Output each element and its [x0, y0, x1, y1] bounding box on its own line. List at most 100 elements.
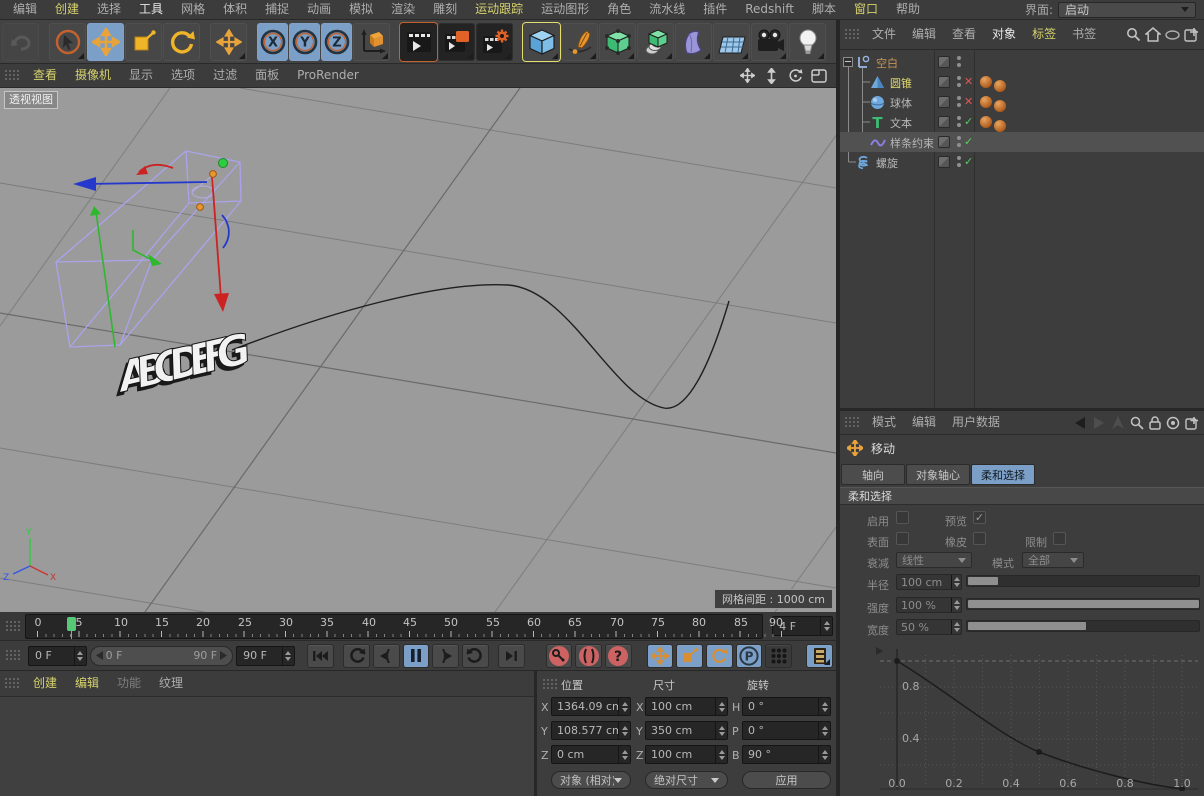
panel-grip-icon[interactable] [844, 28, 860, 41]
editor-visibility-dot[interactable] [957, 116, 961, 120]
keyframe-selection-button[interactable]: ? [605, 644, 632, 668]
render-visibility-dot[interactable] [957, 83, 961, 87]
enabled-toggle[interactable]: ✓ [964, 135, 973, 148]
undo-button[interactable] [2, 23, 39, 61]
panel-grip-icon[interactable] [4, 69, 20, 82]
record-scale-toggle[interactable] [676, 644, 703, 668]
scale-tool-button[interactable] [125, 23, 162, 61]
width-slider[interactable] [966, 620, 1200, 632]
am-menu-edit[interactable]: 编辑 [904, 413, 944, 432]
falloff-curve[interactable] [897, 661, 1182, 789]
axis-gizmo[interactable] [73, 159, 229, 348]
arrow-icon[interactable] [1111, 416, 1125, 429]
spinner[interactable] [951, 575, 961, 589]
spinner[interactable] [818, 746, 830, 763]
size-z-field[interactable]: 100 cm [645, 745, 728, 764]
tag-icon[interactable] [980, 76, 992, 88]
spinner[interactable] [715, 746, 727, 763]
enabled-toggle[interactable]: ✓ [964, 115, 973, 128]
menubar-item-motion-tracker[interactable]: 运动跟踪 [466, 0, 532, 19]
search-icon[interactable] [1126, 27, 1141, 42]
radius-field[interactable]: 100 cm [896, 574, 962, 590]
start-frame-field[interactable]: 0 F [28, 646, 87, 666]
coords-mode-dropdown[interactable]: 对象 (相对) [551, 771, 631, 789]
am-menu-mode[interactable]: 模式 [864, 413, 904, 432]
origin-handle[interactable] [210, 171, 217, 178]
range-left-arrow-icon[interactable] [96, 651, 103, 660]
next-key-button[interactable] [462, 644, 489, 668]
vp-menu-filter[interactable]: 过滤 [204, 66, 246, 85]
object-row-text[interactable]: T 文本 ✓ [840, 112, 1204, 132]
spinner[interactable] [715, 698, 727, 715]
spinner[interactable] [618, 746, 630, 763]
menubar-item-plugins[interactable]: 插件 [694, 0, 736, 19]
object-row-helix[interactable]: 螺旋 ✓ [840, 152, 1204, 172]
menubar-item-mograph[interactable]: 运动图形 [532, 0, 598, 19]
menubar-item-simulate[interactable]: 模拟 [340, 0, 382, 19]
strength-field[interactable]: 100 % [896, 597, 962, 613]
menubar-item-pipeline[interactable]: 流水线 [640, 0, 694, 19]
orbit-view-icon[interactable] [784, 67, 806, 85]
scale-handle[interactable] [219, 159, 228, 168]
lock-y-axis-button[interactable]: Y [289, 23, 320, 61]
radius-slider[interactable] [966, 575, 1200, 587]
curve-point[interactable] [894, 658, 900, 664]
om-menu-tags[interactable]: 标签 [1024, 25, 1064, 44]
size-x-field[interactable]: 100 cm [645, 697, 728, 716]
menubar-item-script[interactable]: 脚本 [803, 0, 845, 19]
subdivision-surface-button[interactable] [599, 23, 636, 61]
move-tool-button[interactable] [87, 23, 124, 61]
coordinate-system-button[interactable] [353, 23, 390, 61]
menubar-item-sculpt[interactable]: 雕刻 [424, 0, 466, 19]
spinner[interactable] [618, 698, 630, 715]
panel-grip-icon[interactable] [4, 677, 20, 690]
size-y-field[interactable]: 350 cm [645, 721, 728, 740]
search-icon[interactable] [1130, 416, 1144, 430]
history-forward-icon[interactable] [1092, 417, 1106, 429]
pan-view-icon[interactable] [736, 67, 758, 85]
menubar-item-edit[interactable]: 编辑 [4, 0, 46, 19]
object-row-spline-constraint[interactable]: 样条约束 ✓ [840, 132, 1204, 152]
vp-menu-panel[interactable]: 面板 [246, 66, 288, 85]
rot-p-field[interactable]: 0 ° [742, 721, 831, 740]
perspective-viewport[interactable]: ABCDEFG ABCDEFG Y X Z 透视视图 网格间距 : 1000 c… [0, 88, 836, 612]
previous-key-button[interactable] [343, 644, 370, 668]
point-level-animation-toggle[interactable] [765, 644, 792, 668]
panel-grip-icon[interactable] [844, 416, 860, 429]
enabled-toggle[interactable]: ✓ [964, 155, 973, 168]
size-mode-dropdown[interactable]: 绝对尺寸 [645, 771, 728, 789]
last-used-tool-button[interactable] [210, 23, 247, 61]
render-visibility-dot[interactable] [957, 123, 961, 127]
mode-dropdown[interactable]: 全部 [1022, 552, 1084, 568]
record-keyframe-button[interactable] [546, 644, 573, 668]
autokeying-button[interactable] [575, 644, 602, 668]
range-right-arrow-icon[interactable] [220, 651, 227, 660]
section-header-soft-selection[interactable]: 柔和选择 [840, 487, 1204, 505]
mm-menu-create[interactable]: 创建 [24, 674, 66, 693]
layer-chip[interactable] [938, 136, 950, 148]
graph-marker-icon[interactable] [876, 647, 883, 655]
render-settings-button[interactable] [476, 23, 513, 61]
add-cube-button[interactable] [523, 23, 560, 61]
spinner[interactable] [820, 617, 832, 635]
object-row-cone[interactable]: 圆锥 ✕ [840, 72, 1204, 92]
tab-axis[interactable]: 轴向 [841, 464, 905, 485]
layer-chip[interactable] [938, 76, 950, 88]
layer-chip[interactable] [938, 116, 950, 128]
timeline-ruler[interactable]: 0 5 10 15 20 25 30 35 40 45 50 55 60 65 … [25, 614, 763, 639]
tab-soft-selection[interactable]: 柔和选择 [971, 464, 1035, 485]
vp-menu-prorender[interactable]: ProRender [288, 66, 368, 85]
falloff-curve-graph[interactable]: 0.8 0.4 0.0 0.2 0.4 0.6 0.8 1.0 [840, 641, 1204, 791]
pos-z-field[interactable]: 0 cm [551, 745, 631, 764]
om-menu-bookmarks[interactable]: 书签 [1064, 25, 1104, 44]
record-parameter-toggle[interactable]: P [736, 644, 763, 668]
pos-x-field[interactable]: 1364.09 cm [551, 697, 631, 716]
menubar-item-snap[interactable]: 捕捉 [256, 0, 298, 19]
surface-checkbox[interactable] [896, 532, 909, 545]
x-axis-arrow[interactable] [73, 177, 96, 191]
render-visibility-dot[interactable] [957, 103, 961, 107]
collapse-expander[interactable] [843, 57, 853, 67]
om-menu-objects[interactable]: 对象 [984, 25, 1024, 44]
menubar-item-help[interactable]: 帮助 [887, 0, 929, 19]
panel-grip-icon[interactable] [5, 649, 21, 662]
